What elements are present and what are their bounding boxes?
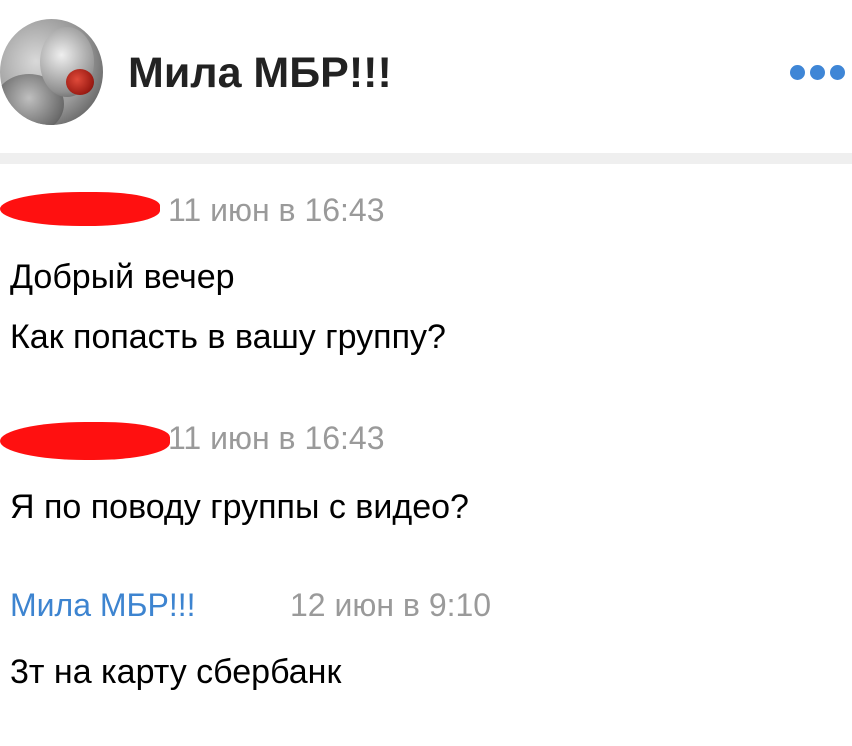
redacted-author-name bbox=[0, 192, 160, 226]
more-dot-icon bbox=[830, 64, 845, 80]
message-date: 11 июн в 16:43 bbox=[168, 420, 385, 456]
message-meta: 11 июн в 16:43 bbox=[0, 418, 852, 468]
more-options-button[interactable] bbox=[790, 63, 845, 81]
message-author-link[interactable]: Мила МБР!!! bbox=[10, 585, 196, 625]
more-dot-icon bbox=[790, 64, 805, 80]
message-text: Добрый вечер bbox=[10, 258, 235, 296]
more-dot-icon bbox=[810, 64, 825, 80]
message-text: Я по поводу группы с видео? bbox=[10, 488, 469, 526]
redacted-author-name bbox=[0, 422, 170, 460]
header-divider bbox=[0, 153, 852, 164]
avatar[interactable] bbox=[0, 19, 103, 125]
message-date: 12 июн в 9:10 bbox=[290, 587, 492, 623]
message-meta: Мила МБР!!! 12 июн в 9:10 bbox=[0, 585, 852, 635]
page-title[interactable]: Мила МБР!!! bbox=[128, 48, 392, 98]
message-text: Как попасть в вашу группу? bbox=[10, 318, 446, 356]
message-text: 3т на карту сбербанк bbox=[10, 653, 342, 691]
chat-header: Мила МБР!!! bbox=[0, 0, 852, 150]
avatar-rose-shape bbox=[66, 69, 94, 95]
message-meta: 11 июн в 16:43 bbox=[0, 190, 852, 240]
message-date: 11 июн в 16:43 bbox=[168, 192, 385, 228]
